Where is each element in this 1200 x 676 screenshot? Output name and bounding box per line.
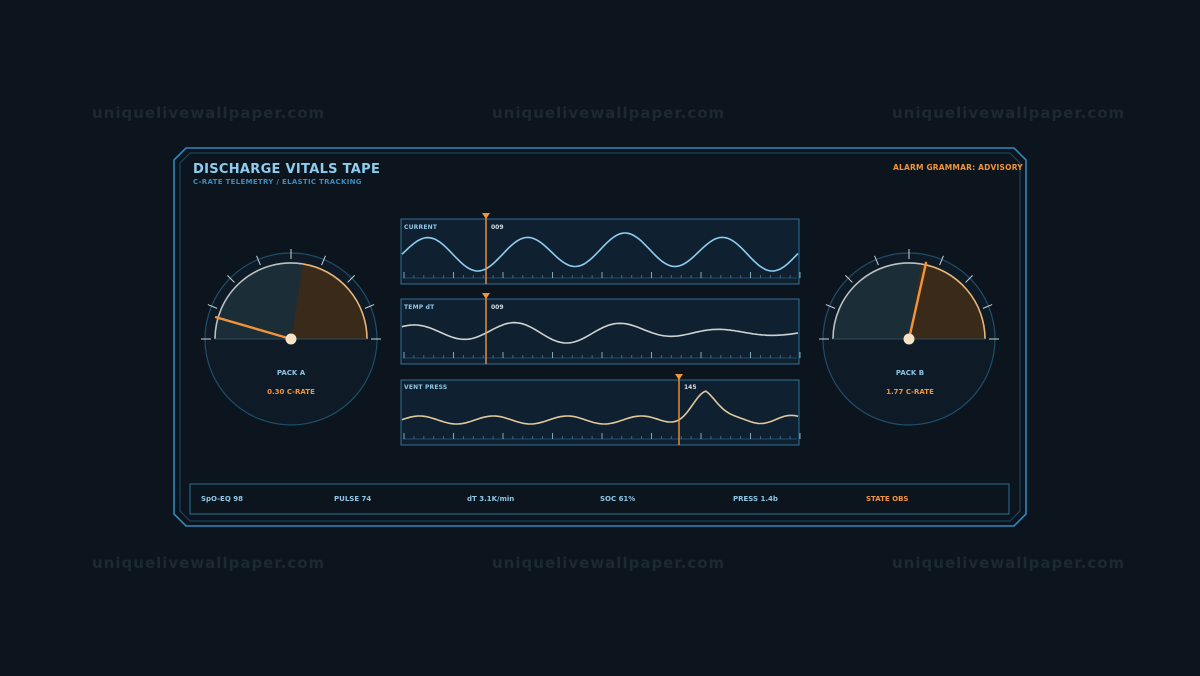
tape-vent-marker-value: 145 (684, 384, 697, 391)
gauge-pack-b-warning-zone (909, 263, 985, 339)
gauge-pack-a-normal-zone (214, 262, 303, 339)
tape-vent-label: VENT PRESS (404, 384, 448, 391)
vitals-panel: DISCHARGE VITALS TAPE C-RATE TELEMETRY /… (0, 0, 1200, 676)
gauge-pack-b-label: PACK B (895, 369, 925, 377)
page-title: DISCHARGE VITALS TAPE (193, 162, 381, 177)
gauge-pack-a-warning-zone (291, 263, 368, 339)
tape-vent-marker-icon (675, 374, 683, 380)
gauge-pack-b-value: 1.77 C-RATE (886, 388, 934, 396)
tape-temp-marker-value: 009 (491, 304, 504, 311)
panel-graphics (173, 147, 1027, 527)
tape-temp-marker-icon (482, 293, 490, 299)
tape-temp-label: TEMP dT (404, 304, 435, 311)
status-spo-eq: SpO-EQ 98 (201, 495, 243, 503)
tape-current-label: CURRENT (404, 224, 438, 231)
page-subtitle: C-RATE TELEMETRY / ELASTIC TRACKING (193, 178, 362, 186)
tape-current-marker-icon (482, 213, 490, 219)
status-pulse: PULSE 74 (334, 495, 372, 503)
tape-current-marker-value: 009 (491, 224, 504, 231)
status-press: PRESS 1.4b (733, 495, 778, 503)
gauge-pack-b-normal-zone (833, 262, 921, 339)
gauge-pack-a-value: 0.30 C-RATE (267, 388, 315, 396)
tape-current-frame (400, 218, 800, 285)
gauge-pack-a-hub (285, 333, 297, 345)
status-soc: SOC 61% (600, 495, 636, 503)
status-state: STATE OBS (866, 495, 909, 503)
gauge-pack-a-label: PACK A (276, 369, 306, 377)
alarm-status: ALARM GRAMMAR: ADVISORY (893, 163, 1023, 172)
tape-vent-frame (400, 379, 800, 446)
status-dt: dT 3.1K/min (467, 495, 515, 503)
gauge-pack-b-hub (903, 333, 915, 345)
